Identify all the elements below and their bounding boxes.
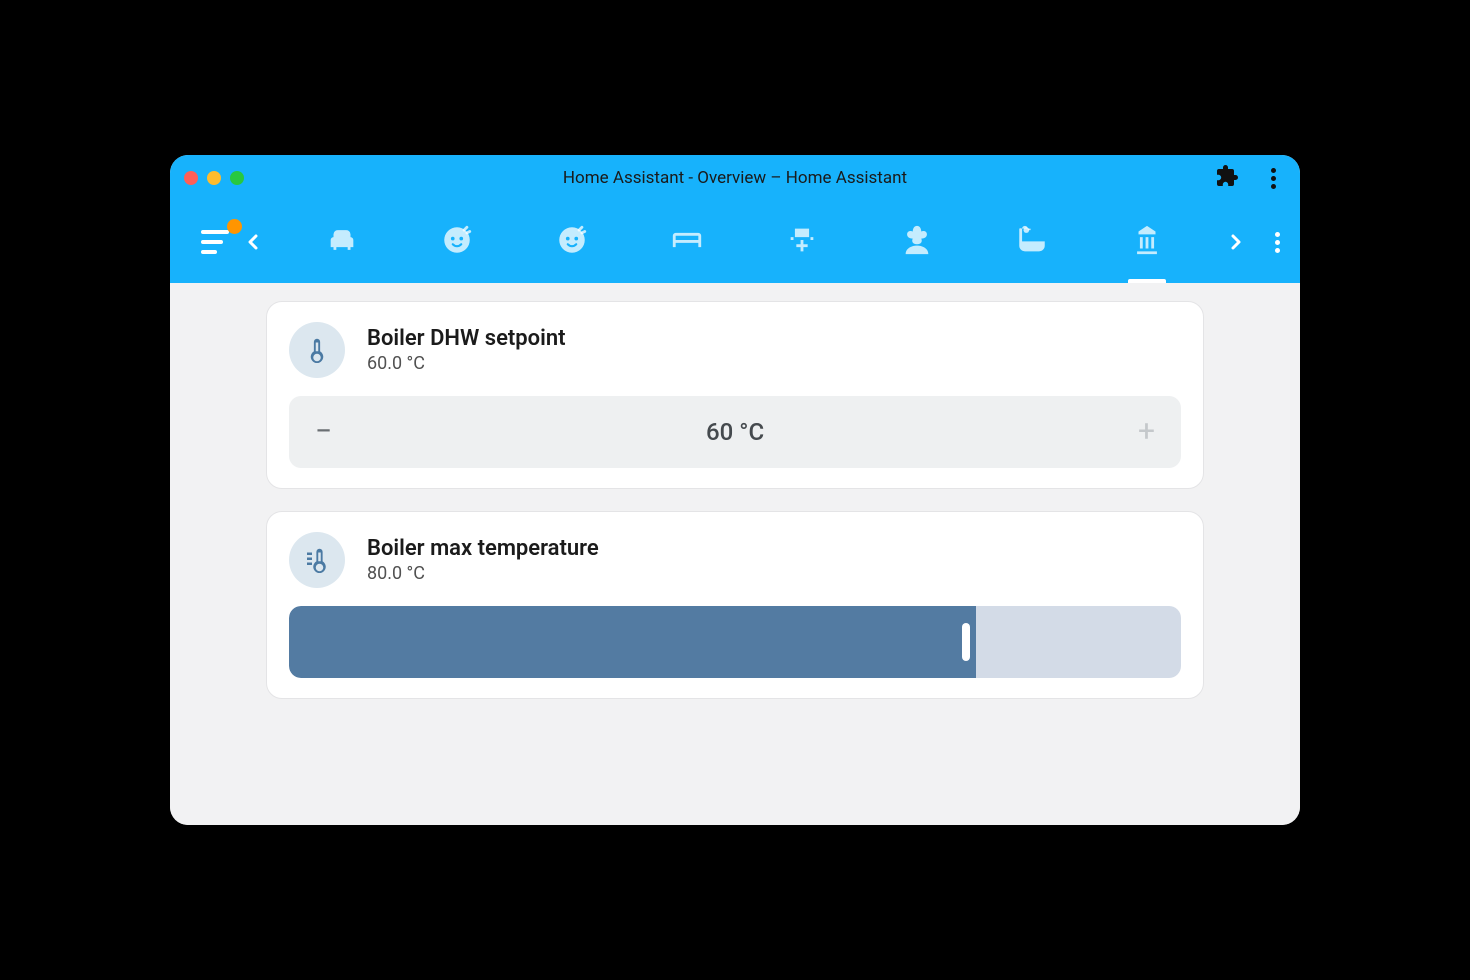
tab-kids-room-2[interactable] (543, 201, 601, 283)
dashboard-content: Boiler DHW setpoint 60.0 °C − 60 °C + (170, 283, 1300, 825)
office-chair-icon (785, 223, 819, 261)
minimize-window[interactable] (207, 171, 221, 185)
slider-thumb[interactable] (962, 623, 970, 661)
scroll-tabs-left[interactable] (232, 230, 274, 254)
bed-icon (670, 223, 704, 261)
card-header: Boiler DHW setpoint 60.0 °C (289, 322, 1181, 378)
child1-icon (440, 223, 474, 261)
sidebar-toggle[interactable] (198, 225, 232, 259)
tab-garden[interactable] (888, 201, 946, 283)
app-window: Home Assistant - Overview – Home Assista… (170, 155, 1300, 825)
thermometer-icon[interactable] (289, 322, 345, 378)
card-max-temperature: Boiler max temperature 80.0 °C (266, 511, 1204, 699)
tab-living-room[interactable] (313, 201, 371, 283)
temperature-slider[interactable] (289, 606, 1181, 678)
child2-icon (555, 223, 589, 261)
entity-info: Boiler max temperature 80.0 °C (367, 536, 599, 584)
decrement-button[interactable]: − (315, 417, 332, 447)
number-stepper: − 60 °C + (289, 396, 1181, 468)
utility-icon (1130, 223, 1164, 261)
window-controls (184, 171, 244, 185)
sofa-icon (325, 223, 359, 261)
card-header: Boiler max temperature 80.0 °C (289, 532, 1181, 588)
bathtub-icon (1015, 223, 1049, 261)
browser-menu-icon[interactable] (1271, 168, 1276, 189)
dashboard-menu[interactable] (1275, 232, 1280, 253)
entity-name: Boiler DHW setpoint (367, 326, 566, 351)
maximize-window[interactable] (230, 171, 244, 185)
close-window[interactable] (184, 171, 198, 185)
entity-value: 60.0 °C (367, 353, 566, 374)
slider-fill (289, 606, 976, 678)
scroll-tabs-right[interactable] (1215, 230, 1257, 254)
tab-kids-room-1[interactable] (428, 201, 486, 283)
thermometer-lines-icon[interactable] (289, 532, 345, 588)
increment-button[interactable]: + (1138, 417, 1155, 447)
tab-office[interactable] (773, 201, 831, 283)
flower-icon (900, 223, 934, 261)
card-dhw-setpoint: Boiler DHW setpoint 60.0 °C − 60 °C + (266, 301, 1204, 489)
tab-bedroom[interactable] (658, 201, 716, 283)
browser-actions (1215, 164, 1286, 192)
window-title: Home Assistant - Overview – Home Assista… (170, 168, 1300, 188)
tab-list (274, 201, 1215, 283)
entity-name: Boiler max temperature (367, 536, 599, 561)
tab-utility[interactable] (1118, 201, 1176, 283)
entity-info: Boiler DHW setpoint 60.0 °C (367, 326, 566, 374)
titlebar: Home Assistant - Overview – Home Assista… (170, 155, 1300, 201)
top-nav (170, 201, 1300, 283)
notification-badge (227, 219, 242, 234)
tab-bathroom[interactable] (1003, 201, 1061, 283)
entity-value: 80.0 °C (367, 563, 599, 584)
stepper-value: 60 °C (706, 418, 764, 446)
extensions-icon[interactable] (1215, 164, 1239, 192)
